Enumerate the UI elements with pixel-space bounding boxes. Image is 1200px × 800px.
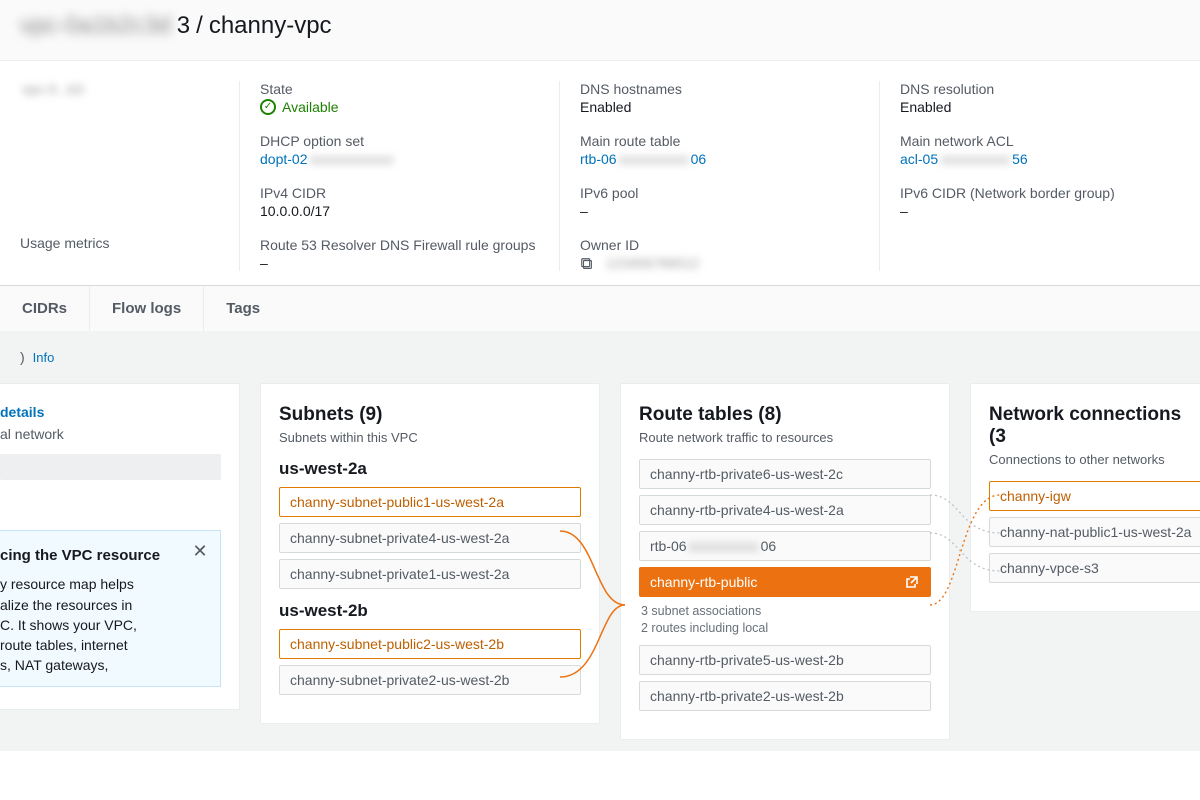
r53-label: Route 53 Resolver DNS Firewall rule grou… bbox=[260, 237, 539, 253]
main-acl-label: Main network ACL bbox=[900, 133, 1180, 149]
ipv6-cidr-value: – bbox=[900, 203, 1180, 219]
dns-resolution-value: Enabled bbox=[900, 99, 1180, 115]
subnets-sub: Subnets within this VPC bbox=[279, 430, 581, 445]
details-panel: vpc-0...b3 Usage metrics State ✓ Availab… bbox=[0, 61, 1200, 281]
state-value: ✓ Available bbox=[260, 99, 539, 115]
breadcrumb: vpc-0a1b2c3d 3 / channy-vpc bbox=[20, 12, 1180, 40]
route-table-item[interactable]: rtb-06xxxxxxxxxx06 bbox=[639, 531, 931, 561]
page-header: vpc-0a1b2c3d 3 / channy-vpc bbox=[0, 0, 1200, 61]
ipv4-cidr-value: 10.0.0.0/17 bbox=[260, 203, 539, 219]
main-acl-link[interactable]: acl-05xxxxxxxxxx56 bbox=[900, 151, 1180, 167]
dhcp-link[interactable]: dopt-02xxxxxxxxxxxx bbox=[260, 151, 539, 167]
vpc-details-link[interactable]: details bbox=[0, 404, 44, 420]
tab-cidrs[interactable]: CIDRs bbox=[0, 286, 90, 331]
owner-id-label: Owner ID bbox=[580, 237, 859, 253]
network-connection-item[interactable]: channy-igw bbox=[989, 481, 1200, 511]
dns-hostnames-label: DNS hostnames bbox=[580, 81, 859, 97]
external-link-icon[interactable] bbox=[904, 574, 920, 590]
route-table-item[interactable]: channy-rtb-private5-us-west-2b bbox=[639, 645, 931, 675]
details-col-3: DNS hostnames Enabled Main route table r… bbox=[560, 81, 880, 271]
subnet-item[interactable]: channy-subnet-private2-us-west-2b bbox=[279, 665, 581, 695]
popover-body: y resource map helps alize the resources… bbox=[0, 574, 204, 675]
details-col-2: State ✓ Available DHCP option set dopt-0… bbox=[240, 81, 560, 271]
subnets-list-2b: channy-subnet-public2-us-west-2b channy-s… bbox=[279, 629, 581, 695]
intro-popover: ✕ cing the VPC resource y resource map h… bbox=[0, 530, 221, 686]
route-table-item[interactable]: channy-rtb-private4-us-west-2a bbox=[639, 495, 931, 525]
close-icon[interactable]: ✕ bbox=[190, 541, 210, 562]
network-connection-item[interactable]: channy-nat-public1-us-west-2a bbox=[989, 517, 1200, 547]
main-rt-label: Main route table bbox=[580, 133, 859, 149]
route-table-item-selected[interactable]: channy-rtb-public bbox=[639, 567, 931, 597]
az-header-2b: us-west-2b bbox=[279, 601, 581, 621]
check-circle-icon: ✓ bbox=[260, 99, 276, 115]
subnet-item[interactable]: channy-subnet-private1-us-west-2a bbox=[279, 559, 581, 589]
route-table-item[interactable]: channy-rtb-private2-us-west-2b bbox=[639, 681, 931, 711]
tab-flow-logs[interactable]: Flow logs bbox=[90, 286, 204, 331]
network-connections-sub: Connections to other networks bbox=[989, 452, 1200, 467]
breadcrumb-sep: / bbox=[196, 12, 203, 40]
owner-id-value: 123456789012 bbox=[580, 255, 859, 271]
main-rt-link[interactable]: rtb-06xxxxxxxxxx06 bbox=[580, 151, 859, 167]
vpc-name: channy-vpc bbox=[209, 12, 332, 40]
ipv6-pool-value: – bbox=[580, 203, 859, 219]
az-header-2a: us-west-2a bbox=[279, 459, 581, 479]
route-table-item[interactable]: channy-rtb-private6-us-west-2c bbox=[639, 459, 931, 489]
copy-icon[interactable] bbox=[580, 257, 594, 271]
ipv6-pool-label: IPv6 pool bbox=[580, 185, 859, 201]
breadcrumb-tail: 3 bbox=[177, 12, 190, 40]
network-connections-list: channy-igw channy-nat-public1-us-west-2a c… bbox=[989, 481, 1200, 583]
info-link[interactable]: Info bbox=[33, 350, 55, 365]
subnets-title: Subnets (9) bbox=[279, 404, 581, 426]
network-connection-item[interactable]: channy-vpce-s3 bbox=[989, 553, 1200, 583]
tabs: CIDRs Flow logs Tags bbox=[0, 286, 1200, 331]
dns-resolution-label: DNS resolution bbox=[900, 81, 1180, 97]
vpc-sub: al network bbox=[0, 426, 221, 442]
ipv4-cidr-label: IPv4 CIDR bbox=[260, 185, 539, 201]
route-tables-sub: Route network traffic to resources bbox=[639, 430, 931, 445]
subnets-list-2a: channy-subnet-public1-us-west-2a channy-s… bbox=[279, 487, 581, 589]
r53-value: – bbox=[260, 255, 539, 271]
vpc-id-blur: vpc-0...b3 bbox=[20, 81, 85, 97]
details-col-4: DNS resolution Enabled Main network ACL … bbox=[880, 81, 1200, 271]
network-connections-card: Network connections (3 Connections to ot… bbox=[970, 383, 1200, 612]
route-tables-title: Route tables (8) bbox=[639, 404, 931, 426]
route-tables-list: channy-rtb-private6-us-west-2c channy-rtb… bbox=[639, 459, 931, 711]
subnet-item[interactable]: channy-subnet-public1-us-west-2a bbox=[279, 487, 581, 517]
vpc-item-placeholder bbox=[0, 454, 221, 480]
popover-title: cing the VPC resource bbox=[0, 547, 204, 564]
network-connections-title: Network connections (3 bbox=[989, 404, 1200, 448]
subnet-item[interactable]: channy-subnet-private4-us-west-2a bbox=[279, 523, 581, 553]
ipv6-cidr-label: IPv6 CIDR (Network border group) bbox=[900, 185, 1180, 201]
state-label: State bbox=[260, 81, 539, 97]
subnets-card: Subnets (9) Subnets within this VPC us-w… bbox=[260, 383, 600, 724]
info-row: ) Info bbox=[0, 349, 1200, 383]
tab-tags[interactable]: Tags bbox=[204, 286, 282, 331]
route-table-meta: 3 subnet associations2 routes including … bbox=[641, 603, 931, 637]
details-col-1: vpc-0...b3 Usage metrics bbox=[0, 81, 240, 271]
subnet-item[interactable]: channy-subnet-public2-us-west-2b bbox=[279, 629, 581, 659]
dhcp-label: DHCP option set bbox=[260, 133, 539, 149]
usage-metrics-label: Usage metrics bbox=[20, 235, 219, 251]
resource-map: details al network ✕ cing the VPC resour… bbox=[0, 383, 1200, 740]
resource-map-section: ) Info details al network ✕ cing the VPC… bbox=[0, 331, 1200, 751]
vpc-column: details al network ✕ cing the VPC resour… bbox=[0, 383, 240, 709]
dns-hostnames-value: Enabled bbox=[580, 99, 859, 115]
breadcrumb-prefix: vpc-0a1b2c3d bbox=[20, 12, 171, 40]
route-tables-card: Route tables (8) Route network traffic t… bbox=[620, 383, 950, 740]
